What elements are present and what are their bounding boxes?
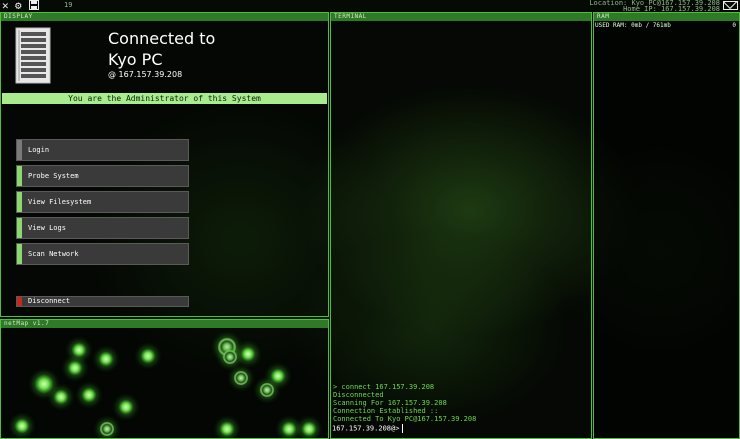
connection-title-line1: Connected to	[108, 29, 216, 48]
gear-icon[interactable]: ⚙	[15, 0, 22, 11]
text-caret	[402, 424, 404, 433]
close-icon[interactable]: ✕	[2, 0, 9, 11]
display-panel: DISPLAY Connected to Kyo PC @ 167.157.39…	[0, 12, 329, 317]
button-stripe	[17, 244, 22, 264]
admin-banner: You are the Administrator of this System	[2, 93, 327, 104]
terminal-panel[interactable]: TERMINAL > connect 167.157.39.208 Discon…	[330, 12, 592, 439]
terminal-line: > connect 167.157.39.208	[333, 383, 435, 391]
network-node[interactable]	[260, 383, 274, 397]
scan-network-button-label: Scan Network	[28, 250, 79, 258]
terminal-line: Disconnected	[333, 391, 384, 399]
button-stripe	[17, 166, 22, 186]
terminal-input[interactable]: 167.157.39.208@>	[332, 424, 404, 433]
ram-count: 0	[732, 22, 736, 29]
network-node[interactable]	[302, 422, 316, 436]
network-node[interactable]	[15, 419, 29, 433]
disconnect-stripe	[17, 297, 22, 306]
network-node[interactable]	[35, 375, 53, 393]
display-header: DISPLAY	[1, 13, 328, 21]
network-node[interactable]	[100, 422, 114, 436]
terminal-line: Connection Established ::	[333, 407, 439, 415]
network-node[interactable]	[220, 422, 234, 436]
view-logs-button-label: View Logs	[28, 224, 66, 232]
location-info: Location: Kyo PC@167.157.39.208 Home IP:…	[589, 0, 720, 13]
terminal-prompt: 167.157.39.208@>	[332, 424, 400, 433]
network-node[interactable]	[241, 347, 255, 361]
notification-count: 19	[64, 1, 73, 9]
terminal-line: Connected To Kyo PC@167.157.39.208	[333, 415, 477, 423]
network-node[interactable]	[223, 350, 237, 364]
button-stripe	[17, 218, 22, 238]
ram-panel: RAM USED RAM: 0mb / 761mb 0	[593, 12, 740, 439]
top-bar: ✕ ⚙ 19 Location: Kyo PC@167.157.39.208 H…	[0, 0, 740, 13]
disconnect-button[interactable]: Disconnect	[16, 296, 189, 307]
login-button[interactable]: Login	[16, 139, 189, 161]
network-node[interactable]	[234, 371, 248, 385]
save-icon[interactable]	[29, 0, 39, 12]
network-node[interactable]	[72, 343, 86, 357]
network-node[interactable]	[271, 369, 285, 383]
ram-usage: USED RAM: 0mb / 761mb	[595, 22, 671, 29]
terminal-header: TERMINAL	[331, 13, 591, 21]
button-stripe	[17, 192, 22, 212]
mail-icon[interactable]	[723, 1, 738, 10]
scan-network-button[interactable]: Scan Network	[16, 243, 189, 265]
view-filesystem-button[interactable]: View Filesystem	[16, 191, 189, 213]
network-node[interactable]	[68, 361, 82, 375]
network-node[interactable]	[282, 422, 296, 436]
terminal-line: Scanning For 167.157.39.208	[333, 399, 447, 407]
netmap-header: netMap v1.7	[1, 320, 328, 328]
button-stripe	[17, 140, 22, 160]
probe-system-button-label: Probe System	[28, 172, 79, 180]
login-button-label: Login	[28, 146, 50, 154]
network-node[interactable]	[82, 388, 96, 402]
connection-title-line2: Kyo PC	[108, 50, 163, 69]
network-node[interactable]	[99, 352, 113, 366]
network-node[interactable]	[54, 390, 68, 404]
server-rack-icon	[15, 27, 53, 89]
disconnect-button-label: Disconnect	[28, 297, 71, 305]
view-filesystem-button-label: View Filesystem	[28, 198, 92, 206]
terminal-output: > connect 167.157.39.208 Disconnected Sc…	[333, 383, 476, 423]
connection-title: Connected to Kyo PC	[108, 28, 215, 70]
network-node[interactable]	[141, 349, 155, 363]
connection-ip: @ 167.157.39.208	[108, 70, 183, 79]
ram-header: RAM	[594, 13, 739, 21]
probe-system-button[interactable]: Probe System	[16, 165, 189, 187]
network-node[interactable]	[119, 400, 133, 414]
netmap-panel: netMap v1.7	[0, 319, 329, 439]
view-logs-button[interactable]: View Logs	[16, 217, 189, 239]
